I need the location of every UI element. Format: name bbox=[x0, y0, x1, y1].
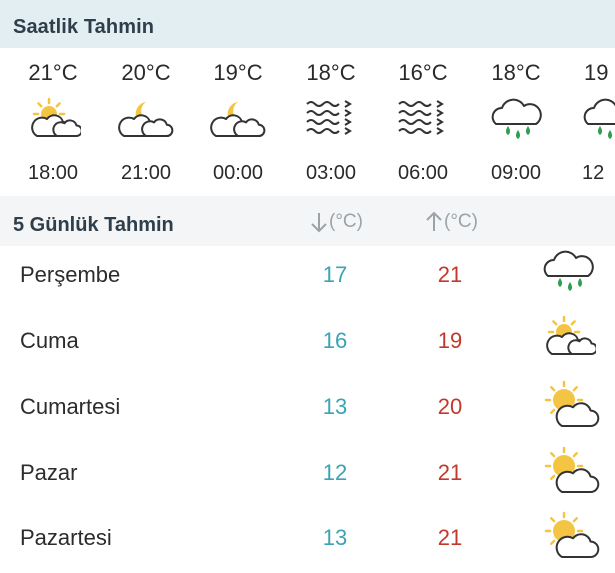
arrow-down-icon bbox=[311, 213, 327, 233]
hourly-item: 18°C 03:00 bbox=[285, 48, 377, 196]
min-temp: 13 bbox=[322, 394, 348, 419]
arrow-up-icon bbox=[426, 211, 442, 231]
max-temp-unit: (°C) bbox=[444, 211, 478, 232]
hourly-item: 20°C 21:00 bbox=[100, 48, 192, 196]
max-temp: 19 bbox=[437, 328, 463, 353]
daily-forecast-title: 5 Günlük Tahmin bbox=[13, 214, 174, 236]
daily-row[interactable]: Pazartesi 13 21 bbox=[0, 505, 615, 571]
min-temp: 16 bbox=[322, 328, 348, 353]
hourly-item: 21°C 18:00 bbox=[7, 48, 99, 196]
day-name: Perşembe bbox=[20, 262, 121, 287]
hourly-temp: 16°C bbox=[398, 60, 448, 85]
hourly-temp: 19 bbox=[584, 60, 609, 85]
max-temp: 21 bbox=[437, 262, 463, 287]
rain-cloud-icon bbox=[540, 248, 600, 302]
daily-row[interactable]: Cumartesi 13 20 bbox=[0, 374, 615, 440]
moon-cloud-icon bbox=[210, 96, 266, 144]
hourly-time: 00:00 bbox=[212, 162, 264, 184]
day-name: Cuma bbox=[20, 328, 79, 353]
sun-cloud-icon bbox=[540, 511, 600, 565]
sun-cloud-icon bbox=[540, 446, 600, 500]
min-temp: 13 bbox=[322, 525, 348, 550]
hourly-item: 19°C 00:00 bbox=[192, 48, 284, 196]
hourly-forecast-header: Saatlik Tahmin bbox=[0, 0, 615, 48]
hourly-time: 06:00 bbox=[397, 162, 449, 184]
min-temp: 17 bbox=[322, 262, 348, 287]
max-temp: 21 bbox=[437, 460, 463, 485]
fog-icon bbox=[395, 96, 451, 144]
hourly-temp: 18°C bbox=[491, 60, 541, 85]
sun-cloud-icon bbox=[540, 380, 600, 434]
rain-cloud-icon bbox=[488, 96, 544, 144]
max-temp-column-header: (°C) bbox=[425, 210, 478, 234]
moon-cloud-icon bbox=[118, 96, 174, 144]
hourly-time: 18:00 bbox=[27, 162, 79, 184]
max-temp: 20 bbox=[437, 394, 463, 419]
hourly-time: 21:00 bbox=[120, 162, 172, 184]
fog-icon bbox=[303, 96, 359, 144]
hourly-temp: 20°C bbox=[121, 60, 171, 85]
hourly-item: 16°C 06:00 bbox=[377, 48, 469, 196]
day-name: Cumartesi bbox=[20, 394, 121, 419]
daily-row[interactable]: Cuma 16 19 bbox=[0, 308, 615, 374]
min-temp-unit: (°C) bbox=[329, 211, 363, 232]
hourly-item: 18°C 09:00 bbox=[470, 48, 562, 196]
daily-row[interactable]: Pazar 12 21 bbox=[0, 440, 615, 506]
sun-cloud-icon bbox=[540, 314, 600, 368]
hourly-temp: 19°C bbox=[213, 60, 263, 85]
daily-forecast-header: 5 Günlük Tahmin (°C) (°C) bbox=[0, 196, 615, 246]
sun-cloud-icon bbox=[25, 96, 83, 144]
hourly-time: 09:00 bbox=[490, 162, 542, 184]
daily-row[interactable]: Perşembe 17 21 bbox=[0, 242, 615, 308]
hourly-item: 19 12 bbox=[562, 48, 615, 196]
hourly-temp: 18°C bbox=[306, 60, 356, 85]
hourly-forecast-strip[interactable]: 21°C 18:00 20°C 21:00 19°C 00:00 18°C 03… bbox=[0, 48, 615, 196]
hourly-forecast-title: Saatlik Tahmin bbox=[13, 16, 155, 38]
day-name: Pazartesi bbox=[20, 525, 112, 550]
day-name: Pazar bbox=[20, 460, 78, 485]
rain-cloud-icon bbox=[580, 96, 615, 144]
max-temp: 21 bbox=[437, 525, 463, 550]
hourly-time: 03:00 bbox=[305, 162, 357, 184]
hourly-time: 12 bbox=[582, 162, 605, 184]
min-temp-column-header: (°C) bbox=[310, 210, 363, 234]
min-temp: 12 bbox=[322, 460, 348, 485]
hourly-temp: 21°C bbox=[28, 60, 78, 85]
